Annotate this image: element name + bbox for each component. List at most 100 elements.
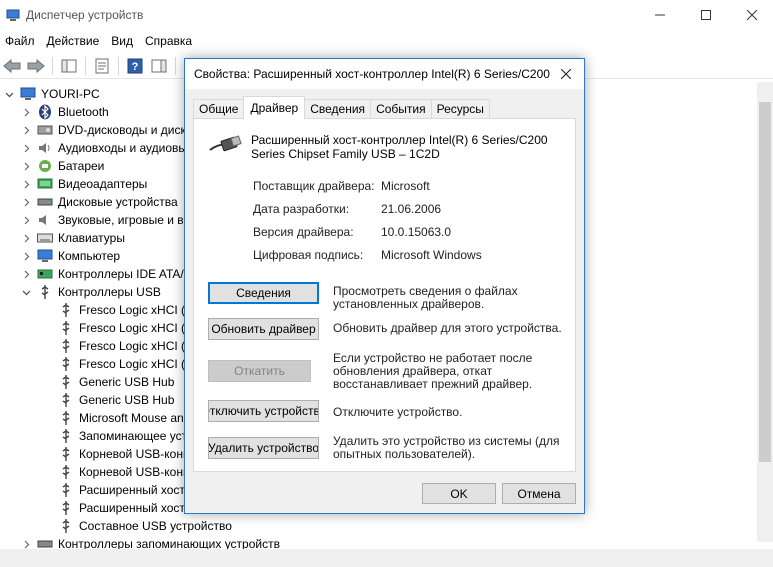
chevron-down-icon[interactable] <box>21 287 31 297</box>
tree-root[interactable]: YOURI-PC <box>4 85 100 103</box>
tree-item-1-label: DVD-дисководы и диск <box>58 123 186 137</box>
tree-root-label: YOURI-PC <box>41 87 100 101</box>
tree-item-8[interactable]: Компьютер <box>21 247 120 265</box>
menu-view[interactable]: Вид <box>105 31 139 51</box>
chevron-right-icon[interactable] <box>21 251 31 261</box>
update-driver-desc: Обновить драйвер для этого устройства. <box>333 321 562 335</box>
tree-usb-child-11[interactable]: Расширенный хост <box>58 499 185 517</box>
toolbar-separator <box>118 56 119 75</box>
properties-button[interactable] <box>92 56 112 76</box>
usb-device-icon <box>58 482 74 498</box>
back-button[interactable] <box>2 56 22 76</box>
menu-help[interactable]: Справка <box>139 31 198 51</box>
tab-general[interactable]: Общие <box>193 99 245 119</box>
back-arrow-icon <box>3 58 21 73</box>
dialog-close-button[interactable] <box>553 63 579 85</box>
dialog-tabs: Общие Драйвер Сведения События Ресурсы <box>193 96 490 119</box>
close-button[interactable] <box>729 0 773 30</box>
tab-details[interactable]: Сведения <box>304 99 372 119</box>
tab-driver[interactable]: Драйвер <box>243 96 306 119</box>
usb-device-icon <box>209 135 242 152</box>
chevron-right-icon[interactable] <box>21 233 31 243</box>
chevron-right-icon[interactable] <box>21 197 31 207</box>
close-icon <box>561 69 571 79</box>
tree-usb-child-0-label: Fresco Logic xHCI (U <box>79 303 194 317</box>
version-value: 10.0.15063.0 <box>381 225 452 239</box>
forward-button[interactable] <box>26 56 46 76</box>
tree-item-7[interactable]: Клавиатуры <box>21 229 125 247</box>
tree-usb-child-8-label: Корневой USB-конц <box>79 447 190 461</box>
tree-usb-child-2[interactable]: Fresco Logic xHCI (U <box>58 337 194 355</box>
main-titlebar: Диспетчер устройств <box>0 0 773 30</box>
toolbar-separator <box>85 56 86 75</box>
minimize-button[interactable] <box>637 0 683 30</box>
disable-device-button[interactable]: Отключить устройство <box>208 400 319 422</box>
sound-icon <box>37 212 53 228</box>
tree-usb-child-8[interactable]: Корневой USB-конц <box>58 445 190 463</box>
usb-device-icon <box>58 464 74 480</box>
tree-item-0[interactable]: Bluetooth <box>21 103 109 121</box>
tree-item-5[interactable]: Дисковые устройства <box>21 193 178 211</box>
chevron-right-icon[interactable] <box>21 107 31 117</box>
chevron-right-icon[interactable] <box>21 125 31 135</box>
help-icon: ? <box>127 58 143 73</box>
tree-usb-child-3[interactable]: Fresco Logic xHCI (U <box>58 355 194 373</box>
tree-usb-child-7[interactable]: Запоминающее уст <box>58 427 187 445</box>
tree-usb-child-1-label: Fresco Logic xHCI (U <box>79 321 194 335</box>
show-hide-tree-button[interactable] <box>59 56 79 76</box>
help-button[interactable]: ? <box>125 56 145 76</box>
tree-usb-child-5[interactable]: Generic USB Hub <box>58 391 174 409</box>
chevron-right-icon[interactable] <box>21 269 31 279</box>
tree-item-3[interactable]: Батареи <box>21 157 104 175</box>
display-adapter-icon <box>37 176 53 192</box>
update-driver-button[interactable]: Обновить драйвер <box>208 318 319 340</box>
tree-item-6[interactable]: Звуковые, игровые и в <box>21 211 184 229</box>
rollback-driver-button[interactable]: Откатить <box>208 360 311 382</box>
chevron-right-icon[interactable] <box>21 161 31 171</box>
close-icon <box>747 10 757 20</box>
tree-usb-child-7-label: Запоминающее уст <box>79 429 188 443</box>
tree-item-1[interactable]: DVD-дисководы и диск <box>21 121 186 139</box>
chevron-right-icon[interactable] <box>21 179 31 189</box>
ok-button[interactable]: OK <box>422 483 496 504</box>
tree-usb-child-4[interactable]: Generic USB Hub <box>58 373 174 391</box>
menu-action[interactable]: Действие <box>41 31 106 51</box>
tree-usb-child-1[interactable]: Fresco Logic xHCI (U <box>58 319 194 337</box>
driver-details-button[interactable]: Сведения <box>208 282 319 304</box>
usb-device-icon <box>58 356 74 372</box>
action-pane-button[interactable] <box>149 56 169 76</box>
tree-item-9[interactable]: Контроллеры IDE ATA/ <box>21 265 184 283</box>
maximize-button[interactable] <box>683 0 729 30</box>
driver-details-desc: Просмотреть сведения о файлах установлен… <box>333 284 518 311</box>
tree-usb-child-10[interactable]: Расширенный хост <box>58 481 185 499</box>
tab-resources[interactable]: Ресурсы <box>430 99 490 119</box>
menu-file[interactable]: Файл <box>0 31 41 51</box>
tree-item-10[interactable]: Контроллеры USB <box>21 283 161 301</box>
usb-device-icon <box>58 302 74 318</box>
chevron-down-icon[interactable] <box>4 89 14 99</box>
vertical-scrollbar-thumb[interactable] <box>759 102 771 462</box>
maximize-icon <box>701 10 711 20</box>
tab-events[interactable]: События <box>370 99 432 119</box>
usb-device-icon <box>58 446 74 462</box>
chevron-right-icon[interactable] <box>21 215 31 225</box>
uninstall-device-button[interactable]: Удалить устройство <box>208 437 319 459</box>
chevron-right-icon[interactable] <box>21 539 31 549</box>
tree-item-7-label: Клавиатуры <box>58 231 125 245</box>
tree-item-4[interactable]: Видеоадаптеры <box>21 175 147 193</box>
usb-device-icon <box>58 410 74 426</box>
chevron-right-icon[interactable] <box>21 143 31 153</box>
provider-label: Поставщик драйвера: <box>253 179 375 193</box>
tree-usb-child-6[interactable]: Microsoft Mouse an <box>58 409 184 427</box>
horizontal-scrollbar[interactable] <box>0 549 773 567</box>
tree-usb-child-9[interactable]: Корневой USB-конц <box>58 463 190 481</box>
battery-icon <box>37 158 53 174</box>
cancel-button[interactable]: Отмена <box>502 483 576 504</box>
console-tree-icon <box>61 59 77 72</box>
vertical-scrollbar[interactable] <box>757 82 773 542</box>
tree-usb-child-12[interactable]: Составное USB устройство <box>58 517 232 535</box>
tree-item-2[interactable]: Аудиовходы и аудиовь <box>21 139 185 157</box>
usb-device-icon <box>58 518 74 534</box>
tree-usb-child-0[interactable]: Fresco Logic xHCI (U <box>58 301 194 319</box>
tree-item-0-label: Bluetooth <box>58 105 109 119</box>
